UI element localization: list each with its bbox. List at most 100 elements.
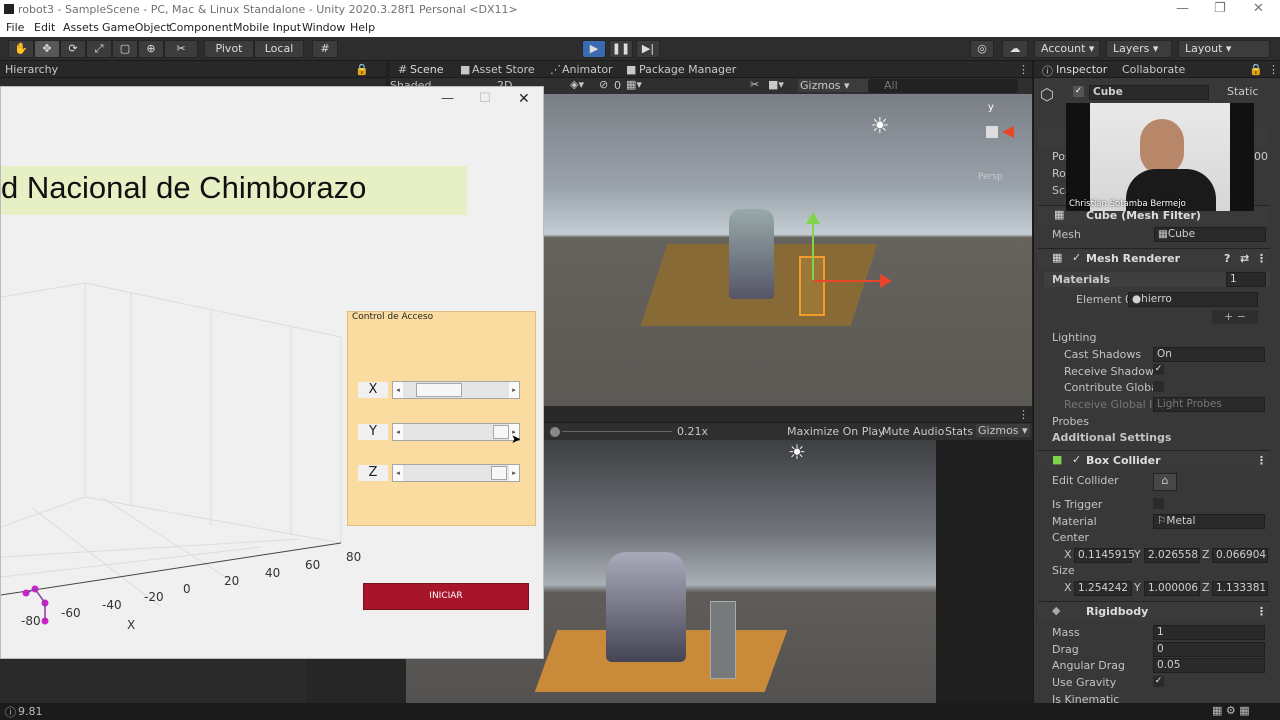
slider-left-arrow-icon[interactable]: ◂ — [393, 382, 403, 398]
fig-close-icon[interactable]: ✕ — [518, 91, 530, 107]
gizmo-cube-icon[interactable] — [986, 126, 998, 138]
active-checkbox[interactable]: ✓ — [1073, 86, 1084, 97]
slider-left-arrow-icon[interactable]: ◂ — [393, 424, 403, 440]
receive-gi-dropdown[interactable]: Light Probes — [1153, 397, 1265, 412]
hand-tool-icon[interactable]: ✋ — [8, 40, 34, 58]
more-icon[interactable]: ⋮ — [1018, 63, 1029, 76]
cast-shadows-dropdown[interactable]: On — [1153, 347, 1265, 362]
inspector-more-icon[interactable]: ⋮ — [1268, 63, 1279, 76]
hidden-objects-icon[interactable]: ⊘ — [599, 78, 608, 91]
menu-gameobject[interactable]: GameObject — [102, 21, 171, 34]
status-icons[interactable]: ▦ ⚙ ▦ — [1212, 704, 1250, 717]
material-field[interactable]: ⚐Metal — [1153, 514, 1265, 529]
slider-thumb[interactable] — [416, 383, 463, 397]
mesh-renderer-header[interactable]: ▦ ✓ Mesh Renderer ? ⇄ ⋮ — [1038, 248, 1270, 268]
angular-drag-field[interactable]: 0.05 — [1153, 658, 1265, 673]
move-tool-icon[interactable]: ✥ — [34, 40, 60, 58]
menu-help[interactable]: Help — [350, 21, 375, 34]
stats-button[interactable]: Stats — [945, 425, 973, 438]
help-icon[interactable]: ? — [1224, 252, 1230, 265]
box-collider-checkbox[interactable]: ✓ — [1072, 453, 1081, 466]
element0-field[interactable]: ●hierro — [1128, 292, 1258, 307]
is-trigger-checkbox[interactable] — [1153, 498, 1164, 509]
fig-maximize-icon[interactable]: ☐ — [479, 91, 491, 106]
receive-shadows-checkbox[interactable]: ✓ — [1153, 364, 1164, 375]
scene-gizmo[interactable]: y Persp — [970, 102, 1026, 182]
add-remove-buttons[interactable]: + − — [1212, 310, 1258, 324]
menu-assets[interactable]: Assets — [63, 21, 99, 34]
slider-thumb[interactable] — [491, 466, 508, 480]
y-arrow-icon[interactable] — [806, 212, 820, 224]
cloud-icon[interactable]: ☁ — [1002, 40, 1028, 58]
transform-tool-icon[interactable]: ⊕ — [138, 40, 164, 58]
edit-collider-button[interactable]: ⌂ — [1153, 473, 1177, 491]
scale-slider-track[interactable] — [562, 431, 672, 432]
custom-tool-icon[interactable]: ✂ — [164, 40, 198, 58]
lock-icon[interactable]: 🔒 — [355, 63, 369, 76]
fig-minimize-icon[interactable]: — — [441, 91, 454, 106]
mute-audio-button[interactable]: Mute Audio — [882, 425, 944, 438]
slider-thumb[interactable] — [493, 425, 509, 439]
size-y-field[interactable]: 1.000006 — [1144, 581, 1200, 596]
maximize-icon[interactable]: ❐ — [1214, 1, 1226, 16]
tab-package-manager[interactable]: Package Manager — [639, 63, 736, 76]
layers-visibility-icon[interactable]: ◈▾ — [570, 78, 584, 91]
box-collider-header[interactable]: ■ ✓ Box Collider ⋮ — [1038, 450, 1270, 470]
use-gravity-checkbox[interactable]: ✓ — [1153, 676, 1164, 687]
grid-toggle-icon[interactable]: ▦▾ — [626, 78, 642, 91]
menu-file[interactable]: File — [6, 21, 24, 34]
lighting-label[interactable]: Lighting — [1052, 331, 1096, 344]
contribute-global-checkbox[interactable] — [1153, 381, 1164, 392]
y-axis-handle[interactable] — [812, 216, 814, 280]
layers-dropdown[interactable]: Layers ▾ — [1106, 40, 1172, 58]
sun-light-icon[interactable]: ☀ — [870, 114, 890, 139]
game-more-icon[interactable]: ⋮ — [1018, 408, 1029, 421]
slider-left-arrow-icon[interactable]: ◂ — [393, 465, 403, 481]
x-arrow-icon[interactable] — [880, 274, 892, 288]
menu-edit[interactable]: Edit — [34, 21, 55, 34]
menu-mobile-input[interactable]: Mobile Input — [233, 21, 301, 34]
menu-component[interactable]: Component — [169, 21, 233, 34]
rigidbody-menu-icon[interactable]: ⋮ — [1256, 605, 1267, 618]
materials-count-field[interactable]: 1 — [1226, 272, 1266, 287]
mass-field[interactable]: 1 — [1153, 625, 1265, 640]
minimize-icon[interactable]: — — [1176, 1, 1189, 16]
gizmos-dropdown[interactable]: Gizmos ▾ — [798, 79, 870, 92]
scale-slider-knob[interactable] — [550, 427, 560, 437]
camera-icon[interactable]: ■▾ — [768, 78, 784, 91]
probes-label[interactable]: Probes — [1052, 415, 1089, 428]
layout-dropdown[interactable]: Layout ▾ — [1178, 40, 1270, 58]
pause-button[interactable]: ❚❚ — [609, 40, 633, 58]
slider-x[interactable]: ◂ ▸ — [392, 381, 520, 399]
maximize-on-play-button[interactable]: Maximize On Play — [787, 425, 885, 438]
play-button[interactable]: ▶ — [582, 40, 606, 58]
game-gizmos-button[interactable]: Gizmos ▾ — [976, 424, 1030, 437]
rigidbody-header[interactable]: ◆ Rigidbody ⋮ — [1038, 601, 1270, 621]
local-button[interactable]: Local — [254, 40, 304, 58]
gizmo-x-icon[interactable] — [1002, 126, 1014, 138]
static-toggle[interactable]: Static — [1227, 85, 1258, 98]
slider-z[interactable]: ◂ ▸ — [392, 464, 520, 482]
slider-y[interactable]: ◂ ▸ — [392, 423, 520, 441]
menu-window[interactable]: Window — [302, 21, 345, 34]
size-z-field[interactable]: 1.133381 — [1212, 581, 1268, 596]
inspector-lock-icon[interactable]: 🔒 — [1249, 63, 1263, 76]
center-x-field[interactable]: 0.1145915 — [1074, 548, 1135, 563]
slider-right-arrow-icon[interactable]: ▸ — [509, 382, 519, 398]
drag-field[interactable]: 0 — [1153, 642, 1265, 657]
preset-icon[interactable]: ⇄ — [1240, 252, 1249, 265]
tab-collaborate[interactable]: Collaborate — [1122, 63, 1185, 76]
rotate-tool-icon[interactable]: ⟳ — [60, 40, 86, 58]
box-collider-menu-icon[interactable]: ⋮ — [1256, 454, 1267, 467]
scene-search[interactable]: All — [868, 79, 1018, 93]
slider-right-arrow-icon[interactable]: ▸ — [509, 465, 519, 481]
account-dropdown[interactable]: Account ▾ — [1034, 40, 1100, 58]
iniciar-button[interactable]: INICIAR — [363, 583, 529, 610]
tab-scene[interactable]: Scene — [410, 63, 444, 76]
center-y-field[interactable]: 2.026558 — [1144, 548, 1200, 563]
object-name-field[interactable]: Cube — [1089, 85, 1209, 100]
close-icon[interactable]: ✕ — [1253, 1, 1264, 16]
tab-asset-store[interactable]: Asset Store — [472, 63, 535, 76]
tab-inspector[interactable]: Inspector — [1056, 63, 1107, 76]
center-z-field[interactable]: 0.066904 — [1212, 548, 1268, 563]
